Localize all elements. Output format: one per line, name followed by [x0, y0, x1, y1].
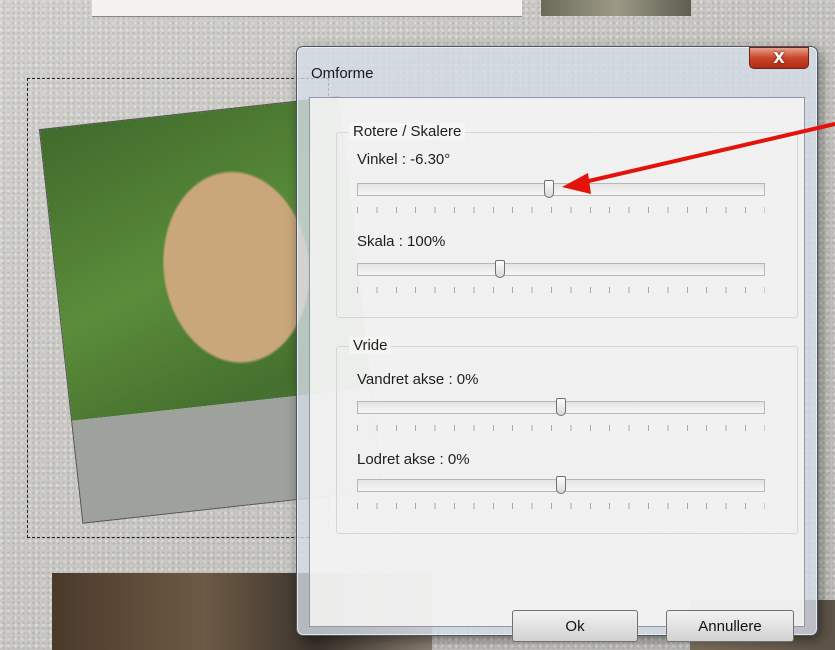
dialog-title: Omforme: [311, 65, 374, 82]
cancel-button[interactable]: Annullere: [666, 610, 794, 642]
rotate-scale-group: Rotere / Skalere Vinkel : -6.30° Skala :…: [336, 123, 798, 318]
angle-slider-thumb[interactable]: [543, 180, 554, 198]
scale-slider-thumb[interactable]: [495, 260, 506, 278]
close-icon: X: [773, 49, 785, 67]
scale-label: Skala : 100%: [357, 233, 446, 250]
vertical-axis-label: Lodret akse : 0%: [357, 451, 470, 468]
horizontal-axis-slider[interactable]: [357, 398, 765, 416]
top-right-thumbnail: [541, 0, 691, 16]
horizontal-axis-label: Vandret akse : 0%: [357, 371, 479, 388]
transform-dialog: Omforme X Rotere / Skalere Vinkel : -6.3…: [296, 46, 818, 642]
angle-slider[interactable]: [357, 180, 765, 198]
vertical-axis-slider-thumb[interactable]: [556, 476, 566, 494]
horizontal-axis-slider-ticks: [357, 425, 765, 431]
vertical-axis-slider-ticks: [357, 503, 765, 509]
angle-label: Vinkel : -6.30°: [357, 151, 451, 168]
horizontal-axis-slider-thumb[interactable]: [556, 398, 566, 416]
scale-slider-ticks: [357, 287, 765, 293]
scale-slider[interactable]: [357, 260, 765, 278]
angle-slider-ticks: [357, 207, 765, 213]
ok-button[interactable]: Ok: [512, 610, 638, 642]
skew-group-title: Vride: [349, 337, 392, 354]
rotate-scale-group-title: Rotere / Skalere: [349, 123, 466, 140]
close-button[interactable]: X: [749, 47, 809, 69]
vertical-axis-slider[interactable]: [357, 476, 765, 494]
dialog-client-area: Rotere / Skalere Vinkel : -6.30° Skala :…: [309, 97, 805, 642]
skew-group: Vride Vandret akse : 0% Lodret akse : 0%: [336, 337, 798, 534]
top-image-strip: [92, 0, 522, 17]
